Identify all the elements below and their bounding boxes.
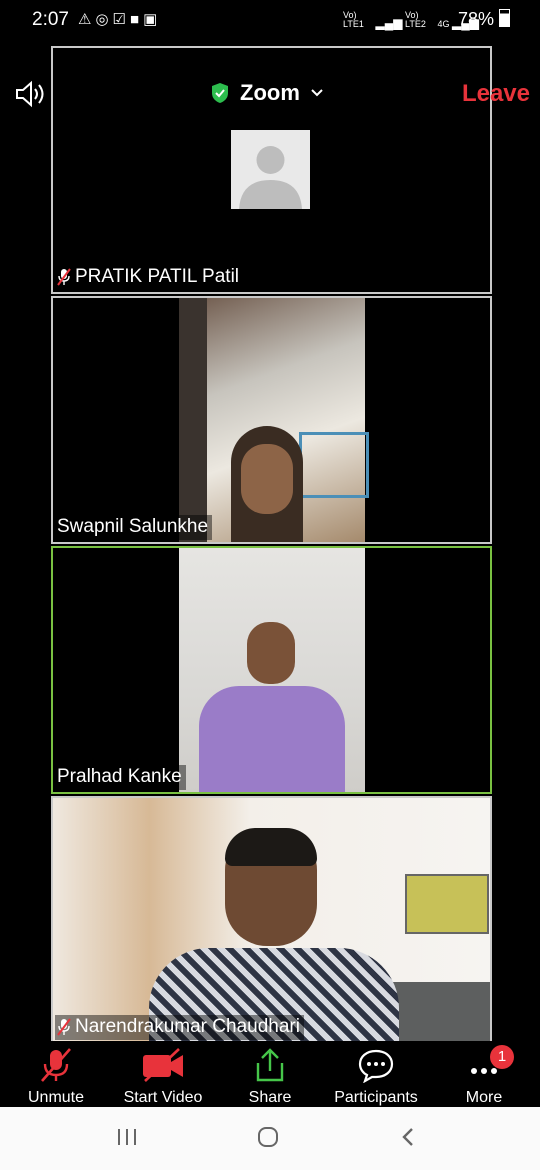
meeting-top-bar: Zoom Leave [0, 72, 540, 118]
chat-bubble-icon [358, 1049, 394, 1083]
participants-button[interactable]: Participants [326, 1047, 426, 1107]
checkbox-icon: ☑ [112, 11, 130, 28]
participant-name: Swapnil Salunkhe [57, 516, 209, 537]
start-video-label: Start Video [123, 1089, 203, 1106]
sim1-label: Vo) LTE1 [343, 10, 364, 29]
notification-icons: ⚠◎☑■▣ [78, 10, 161, 28]
video-off-icon [143, 1048, 183, 1082]
participant-name-tag: PRATIK PATIL Patil [55, 265, 244, 290]
video-feed [179, 298, 369, 542]
more-label: More [465, 1089, 503, 1106]
sim2-label: Vo) LTE2 [405, 10, 426, 29]
participant-tile-active-speaker[interactable]: Pralhad Kanke [51, 546, 492, 794]
speaker-icon[interactable] [14, 80, 48, 108]
warning-icon: ⚠ [78, 11, 96, 28]
share-upload-icon [256, 1048, 284, 1082]
notification-badge: 1 [490, 1045, 514, 1069]
participant-tile[interactable]: Swapnil Salunkhe [51, 296, 492, 544]
avatar [231, 130, 310, 209]
participant-tile[interactable]: Narendrakumar Chaudhari [51, 796, 492, 1044]
video-icon: ■ [130, 11, 144, 28]
muted-mic-icon [57, 1018, 71, 1036]
signal-icon: ▂▄▆ [375, 16, 403, 30]
battery-indicator: 78% [458, 9, 510, 30]
status-time: 2:07 [32, 9, 69, 30]
video-person-head [247, 622, 295, 684]
system-nav-bar [0, 1107, 540, 1170]
video-sofa [393, 982, 490, 1042]
video-shelf [299, 432, 369, 498]
video-person-body [199, 686, 345, 792]
status-bar: 2:07 ⚠◎☑■▣ Vo) LTE1 ▂▄▆ Vo) LTE2 4G ▂▄▆ … [0, 0, 540, 40]
unmute-button[interactable]: Unmute [6, 1047, 106, 1107]
meeting-title-button[interactable]: Zoom [210, 80, 324, 106]
whatsapp-icon: ◎ [95, 11, 113, 28]
leave-button[interactable]: Leave [462, 80, 530, 108]
battery-icon [499, 9, 510, 27]
share-label: Share [248, 1089, 292, 1106]
battery-percent: 78% [457, 9, 494, 29]
share-button[interactable]: Share [220, 1047, 320, 1107]
network-type: 4G [437, 19, 450, 29]
video-person-head [225, 828, 317, 946]
participant-name: PRATIK PATIL Patil [75, 266, 240, 287]
muted-microphone-icon [41, 1048, 71, 1082]
meeting-toolbar: Unmute Start Video Share Participants Mo… [0, 1041, 540, 1107]
video-window-frame [179, 298, 207, 542]
video-person [231, 426, 303, 542]
home-icon[interactable] [256, 1125, 280, 1149]
back-icon[interactable] [398, 1125, 418, 1149]
shield-check-icon [212, 83, 228, 103]
muted-mic-icon [57, 268, 71, 286]
video-wall-picture [405, 874, 489, 934]
unmute-label: Unmute [27, 1089, 85, 1106]
recent-apps-icon[interactable] [116, 1125, 138, 1149]
participant-name: Pralhad Kanke [57, 766, 182, 787]
image-icon: ▣ [143, 11, 162, 28]
participant-name-tag: Pralhad Kanke [55, 765, 186, 790]
participant-name-tag: Narendrakumar Chaudhari [55, 1015, 304, 1040]
start-video-button[interactable]: Start Video [113, 1047, 213, 1107]
participant-name: Narendrakumar Chaudhari [75, 1016, 300, 1037]
app-title: Zoom [240, 80, 300, 105]
chevron-down-icon [311, 89, 323, 97]
participants-label: Participants [334, 1089, 418, 1106]
participant-name-tag: Swapnil Salunkhe [55, 515, 213, 540]
video-feed [53, 798, 490, 1042]
video-feed [179, 548, 365, 792]
more-button[interactable]: More [434, 1047, 534, 1107]
